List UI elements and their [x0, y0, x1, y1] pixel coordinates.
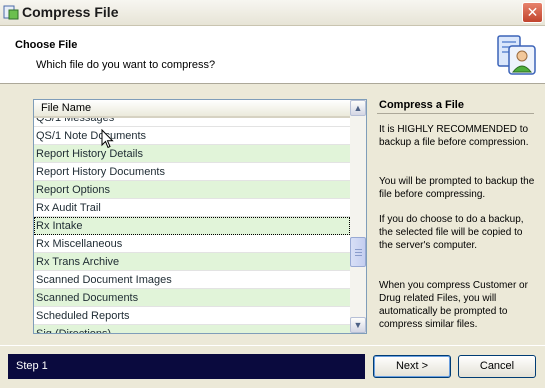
list-item[interactable]: Scheduled Reports: [34, 307, 350, 325]
page-subtitle: Which file do you want to compress?: [36, 59, 216, 71]
list-item[interactable]: Report Options: [34, 181, 350, 199]
info-paragraph: If you do choose to do a backup, the sel…: [379, 214, 524, 251]
scroll-up-button[interactable]: ▲: [350, 100, 366, 116]
list-item-selected[interactable]: Rx Intake: [34, 217, 350, 235]
list-item[interactable]: Sig (Directions): [34, 325, 350, 333]
wizard-header: Choose File Which file do you want to co…: [0, 26, 545, 84]
file-user-icon: [497, 35, 536, 75]
close-button[interactable]: ✕: [522, 2, 543, 23]
info-paragraph: You will be prompted to backup the file …: [379, 176, 535, 200]
info-paragraph: It is HIGHLY RECOMMENDED to backup a fil…: [379, 124, 529, 148]
app-icon: [3, 5, 19, 20]
title-bar: Compress File ✕: [0, 0, 545, 26]
mouse-cursor-icon: [101, 129, 114, 149]
list-item[interactable]: Report History Documents: [34, 163, 350, 181]
file-list[interactable]: File Name QS/1 Messages QS/1 Note Docume…: [33, 99, 367, 334]
list-item[interactable]: Rx Miscellaneous: [34, 235, 350, 253]
cancel-button[interactable]: Cancel: [458, 355, 536, 378]
list-item[interactable]: Rx Audit Trail: [34, 199, 350, 217]
list-scrollbar[interactable]: ▲ ▼: [350, 100, 366, 333]
list-item[interactable]: QS/1 Note Documents: [34, 127, 350, 145]
list-item[interactable]: QS/1 Messages: [34, 118, 350, 127]
list-item[interactable]: Scanned Documents: [34, 289, 350, 307]
step-indicator: Step 1: [8, 354, 365, 379]
list-item[interactable]: Rx Trans Archive: [34, 253, 350, 271]
page-title: Choose File: [15, 39, 78, 51]
window-title: Compress File: [22, 4, 119, 20]
list-item[interactable]: Scanned Document Images: [34, 271, 350, 289]
file-list-rows: QS/1 Messages QS/1 Note Documents Report…: [34, 118, 350, 333]
file-name-column-header[interactable]: File Name: [34, 100, 350, 118]
column-header-label: File Name: [41, 102, 92, 114]
list-item[interactable]: Report History Details: [34, 145, 350, 163]
info-paragraph: When you compress Customer or Drug relat…: [379, 280, 528, 330]
next-button[interactable]: Next >: [373, 355, 451, 378]
scroll-down-button[interactable]: ▼: [350, 317, 366, 333]
scroll-thumb[interactable]: [350, 237, 366, 267]
info-panel-title: Compress a File: [379, 99, 464, 111]
info-panel-divider: [377, 113, 534, 114]
